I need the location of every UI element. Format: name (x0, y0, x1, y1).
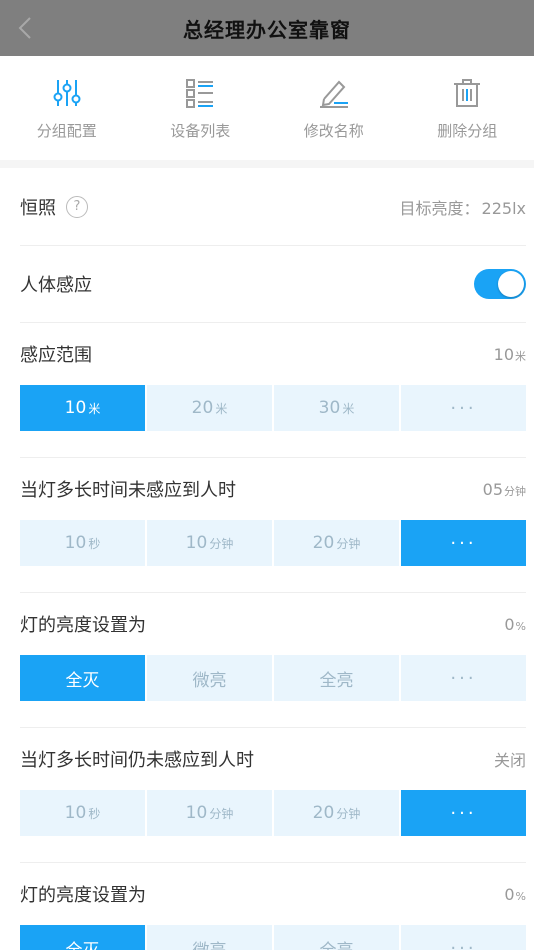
range-option-20[interactable]: 20 米 (147, 385, 272, 431)
range-option-more[interactable]: ··· (401, 385, 526, 431)
bright1-option-more[interactable]: ··· (401, 655, 526, 701)
bright1-option-full[interactable]: 全亮 (274, 655, 399, 701)
section-gap (0, 160, 534, 168)
time2-block: 当灯多长时间仍未感应到人时 关闭 10 秒 10 分钟 20 分钟 ··· (20, 728, 526, 863)
target-brightness-label: 目标亮度： (399, 198, 480, 218)
list-icon (183, 76, 217, 110)
target-brightness-value: 225lx (481, 198, 526, 218)
time2-option-20min[interactable]: 20 分钟 (274, 790, 399, 836)
device-list-button[interactable]: 设备列表 (140, 76, 260, 141)
group-config-button[interactable]: 分组配置 (7, 76, 127, 141)
human-sensor-label: 人体感应 (20, 275, 92, 296)
time2-option-10min[interactable]: 10 分钟 (147, 790, 272, 836)
constant-light-label: 恒照 (20, 197, 56, 219)
toggle-knob (498, 271, 524, 297)
range-title: 感应范围 (20, 345, 92, 366)
bright2-option-full[interactable]: 全亮 (274, 925, 399, 950)
sliders-icon (50, 76, 84, 110)
back-button[interactable] (14, 14, 36, 42)
time1-options: 10 秒 10 分钟 20 分钟 ··· (20, 520, 526, 566)
chevron-left-icon (18, 17, 31, 39)
time2-option-10s[interactable]: 10 秒 (20, 790, 145, 836)
device-list-label: 设备列表 (170, 121, 231, 140)
bright2-value: 0% (504, 884, 526, 904)
human-sensor-row: 人体感应 (20, 246, 526, 323)
toolbar: 分组配置 设备列表 修改名称 删除分组 (0, 56, 534, 160)
range-block: 感应范围 10米 10 米 20 米 30 米 ··· (20, 323, 526, 458)
bright2-title: 灯的亮度设置为 (20, 885, 146, 906)
bright2-option-off[interactable]: 全灭 (20, 925, 145, 950)
bright1-block: 灯的亮度设置为 0% 全灭 微亮 全亮 ··· (20, 593, 526, 728)
time1-title: 当灯多长时间未感应到人时 (20, 480, 236, 501)
time1-block: 当灯多长时间未感应到人时 05分钟 10 秒 10 分钟 20 分钟 ··· (20, 458, 526, 593)
nav-bar: 总经理办公室靠窗 (0, 0, 534, 56)
constant-light-row: 恒照 ? 目标亮度： 225lx (20, 168, 526, 246)
bright1-value: 0% (504, 614, 526, 634)
time2-options: 10 秒 10 分钟 20 分钟 ··· (20, 790, 526, 836)
time1-value: 05分钟 (482, 479, 526, 499)
time1-option-more[interactable]: ··· (401, 520, 526, 566)
time1-option-20min[interactable]: 20 分钟 (274, 520, 399, 566)
range-option-10[interactable]: 10 米 (20, 385, 145, 431)
settings-content: 恒照 ? 目标亮度： 225lx 人体感应 感应范围 10米 10 米 20 米 30… (0, 168, 534, 950)
time2-title: 当灯多长时间仍未感应到人时 (20, 750, 254, 771)
delete-group-button[interactable]: 删除分组 (407, 76, 527, 141)
bright1-options: 全灭 微亮 全亮 ··· (20, 655, 526, 701)
rename-button[interactable]: 修改名称 (274, 76, 394, 141)
bright1-option-off[interactable]: 全灭 (20, 655, 145, 701)
range-option-30[interactable]: 30 米 (274, 385, 399, 431)
delete-group-label: 删除分组 (437, 121, 498, 140)
page-title: 总经理办公室靠窗 (183, 17, 351, 42)
bright2-options: 全灭 微亮 全亮 ··· (20, 925, 526, 950)
range-value: 10米 (493, 344, 526, 364)
range-options: 10 米 20 米 30 米 ··· (20, 385, 526, 431)
group-config-label: 分组配置 (36, 121, 97, 140)
bright1-option-dim[interactable]: 微亮 (147, 655, 272, 701)
time2-value: 关闭 (493, 751, 526, 770)
time1-option-10min[interactable]: 10 分钟 (147, 520, 272, 566)
bright2-block: 灯的亮度设置为 0% 全灭 微亮 全亮 ··· (20, 863, 526, 950)
human-sensor-toggle[interactable] (474, 269, 526, 299)
target-brightness: 目标亮度： 225lx (398, 195, 526, 219)
bright2-option-dim[interactable]: 微亮 (147, 925, 272, 950)
help-icon[interactable]: ? (66, 195, 88, 218)
time2-option-more[interactable]: ··· (401, 790, 526, 836)
rename-label: 修改名称 (303, 121, 364, 140)
trash-icon (450, 76, 484, 110)
bright1-title: 灯的亮度设置为 (20, 615, 146, 636)
time1-option-10s[interactable]: 10 秒 (20, 520, 145, 566)
edit-icon (317, 76, 351, 110)
bright2-option-more[interactable]: ··· (401, 925, 526, 950)
